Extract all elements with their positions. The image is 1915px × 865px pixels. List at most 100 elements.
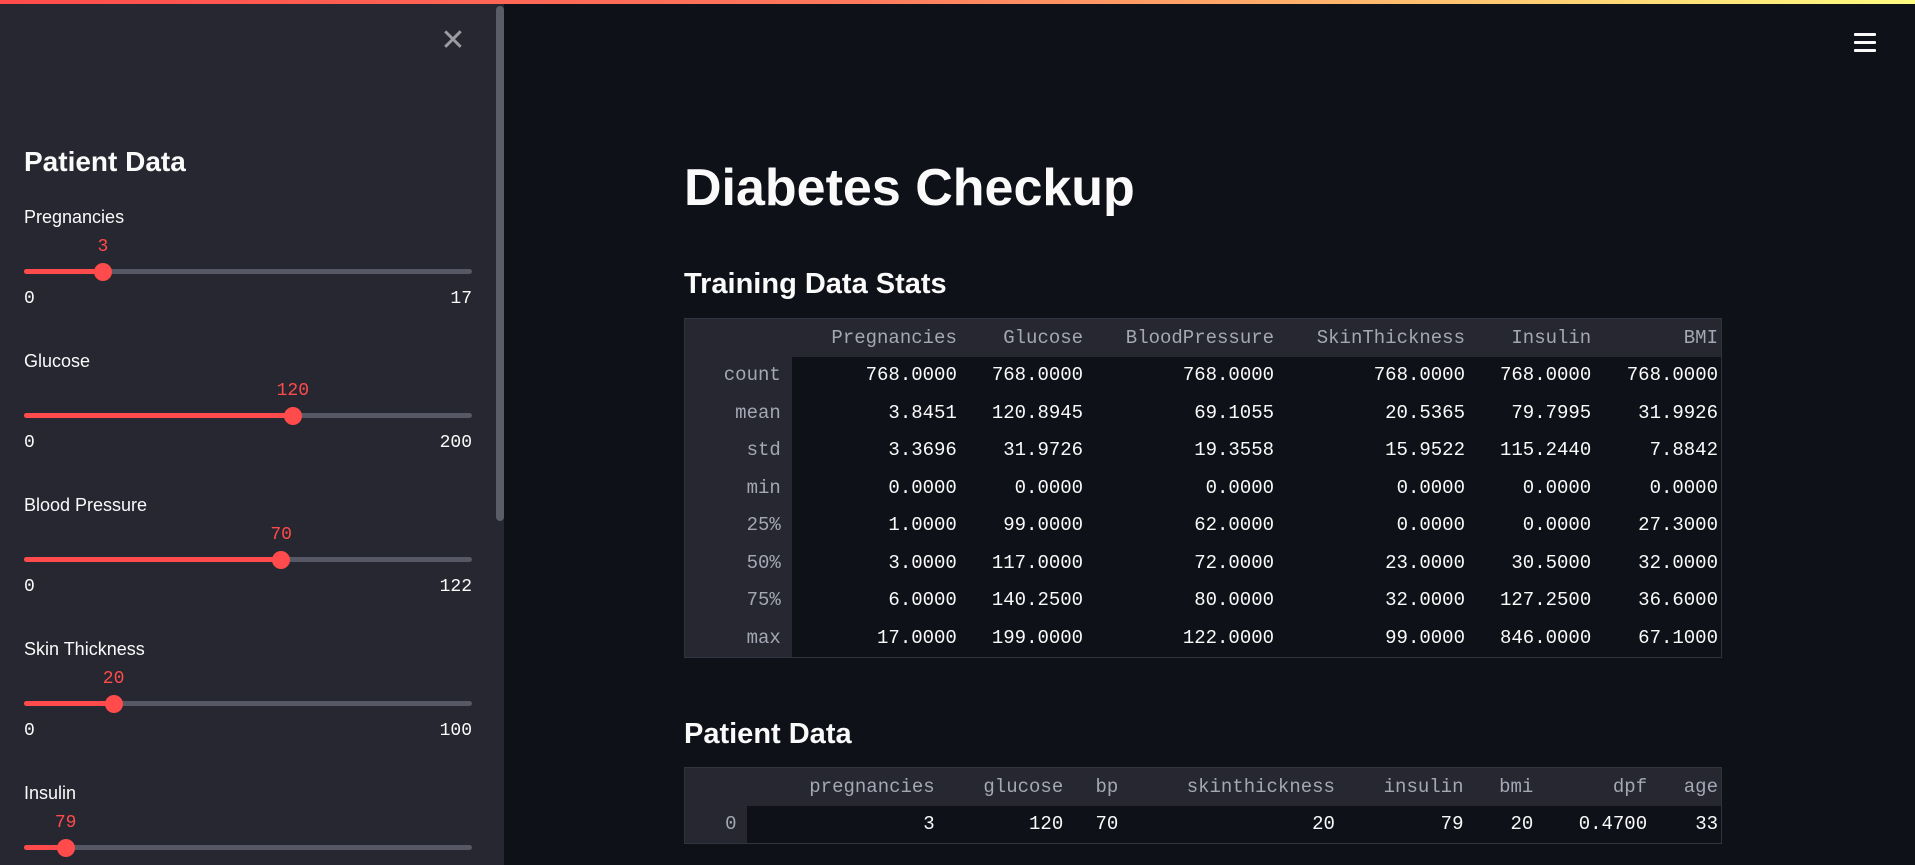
table-cell: 3.0000 [888,551,957,574]
pregnancies-slider: Pregnancies 3 0 17 [24,207,472,327]
table-cell: 0.0000 [1014,476,1084,499]
column-header[interactable]: Glucose [956,318,1084,357]
slider-thumb[interactable] [283,407,302,425]
column-header[interactable]: SkinThickness [1274,318,1465,357]
table-cell: 99.0000 [1385,626,1465,649]
sidebar: ✕ Patient Data Pregnancies 3 0 17 Glucos… [0,0,504,865]
table-cell: 0.0000 [1396,476,1465,499]
column-header[interactable]: pregnancies [747,767,935,806]
hamburger-menu-icon[interactable] [1854,33,1878,55]
slider-track[interactable] [24,839,472,857]
slider-label: Glucose [24,351,91,371]
table-cell: 79.7995 [1511,401,1592,424]
page-title: Diabetes Checkup [684,159,1135,217]
table-cell: 3.8451 [888,401,957,424]
table-cell: 0.0000 [1205,476,1275,499]
slider-track[interactable] [24,407,472,425]
slider-min: 0 [24,577,35,597]
slider-thumb[interactable] [272,551,291,569]
column-header[interactable]: dpf [1533,767,1648,806]
slider-value: 3 [97,237,109,257]
skin-thickness-slider: Skin Thickness 20 0 100 [24,639,472,759]
table-cell: 70 [1095,813,1119,836]
slider-thumb[interactable] [104,695,123,713]
sidebar-scrollbar[interactable] [496,6,504,521]
table-cell: 6.0000 [888,589,957,612]
sidebar-title: Patient Data [24,146,186,177]
table-cell: 69.1055 [1194,401,1275,424]
slider-track[interactable] [24,263,472,281]
glucose-slider: Glucose 120 0 200 [24,351,472,471]
row-index: mean [684,394,792,432]
table-cell: 0.0000 [1649,476,1718,499]
column-header[interactable]: Insulin [1464,318,1592,357]
table-cell: 32.0000 [1638,551,1718,574]
slider-value: 20 [102,669,125,689]
table-cell: 768.0000 [1373,364,1465,387]
row-index: count [684,356,792,394]
table-cell: 117.0000 [991,551,1084,574]
table-cell: 79 [1440,813,1464,836]
column-header[interactable]: insulin [1334,767,1464,806]
table-cell: 199.0000 [991,626,1084,649]
patient-table: pregnancies glucose bp skinthickness ins… [684,767,1722,844]
row-index: std [684,431,792,469]
table-cell: 127.2500 [1500,589,1592,612]
slider-label: Pregnancies [24,207,125,227]
table-cell: 768.0000 [1500,364,1592,387]
table-cell: 31.9926 [1638,401,1718,424]
slider-fill [24,557,282,562]
row-index: min [684,469,792,507]
table-header-row: pregnancies glucose bp skinthickness ins… [684,767,1722,806]
patient-section-title: Patient Data [684,718,852,750]
table-cell: 0.0000 [1522,476,1592,499]
row-index: 0 [684,805,748,844]
column-header[interactable]: bmi [1463,767,1534,806]
table-cell: 768.0000 [865,364,957,387]
column-header[interactable]: Pregnancies [791,318,957,357]
table-row: 50% 3.0000 117.0000 72.0000 23.0000 30.5… [684,544,1722,582]
table-cell: 62.0000 [1194,514,1275,537]
table-cell: 15.9522 [1385,439,1465,462]
close-icon[interactable]: ✕ [438,26,468,56]
table-cell: 846.0000 [1500,626,1592,649]
row-index: 50% [684,544,792,582]
slider-max: 17 [450,289,472,309]
table-cell: 140.2500 [991,589,1084,612]
table-cell: 0.0000 [1522,514,1592,537]
column-header[interactable]: age [1647,767,1722,806]
row-index: 75% [684,581,792,619]
table-cell: 67.1000 [1638,626,1718,649]
slider-label: Skin Thickness [24,639,145,659]
table-cell: 0.0000 [888,476,957,499]
table-cell: 99.0000 [1003,514,1084,537]
column-header[interactable]: skinthickness [1118,767,1335,806]
slider-value: 70 [270,525,292,545]
table-cell: 3.3696 [888,439,957,462]
stats-table: Pregnancies Glucose BloodPressure SkinTh… [684,318,1722,658]
column-header[interactable]: glucose [934,767,1064,806]
column-header[interactable]: BMI [1591,318,1722,357]
table-cell: 768.0000 [991,364,1084,387]
stats-section-title: Training Data Stats [684,268,947,300]
table-cell: 19.3558 [1194,439,1275,462]
slider-max: 100 [439,721,472,741]
table-cell: 0.0000 [1396,514,1465,537]
slider-track[interactable] [24,695,472,713]
column-header[interactable]: bp [1063,767,1119,806]
table-header-row: Pregnancies Glucose BloodPressure SkinTh… [684,318,1722,357]
slider-thumb[interactable] [56,839,75,857]
table-cell: 122.0000 [1182,626,1275,649]
table-cell: 27.3000 [1638,514,1718,537]
slider-thumb[interactable] [93,263,112,281]
table-corner [684,767,748,806]
slider-max: 200 [439,433,472,453]
table-cell: 31.9726 [1003,439,1084,462]
table-cell: 80.0000 [1194,589,1275,612]
blood-pressure-slider: Blood Pressure 70 0 122 [24,495,472,615]
slider-max: 122 [439,577,472,597]
insulin-slider: Insulin 79 [24,783,472,865]
column-header[interactable]: BloodPressure [1083,318,1275,357]
table-row: max 17.0000 199.0000 122.0000 99.0000 84… [684,619,1722,657]
slider-track[interactable] [24,551,472,569]
